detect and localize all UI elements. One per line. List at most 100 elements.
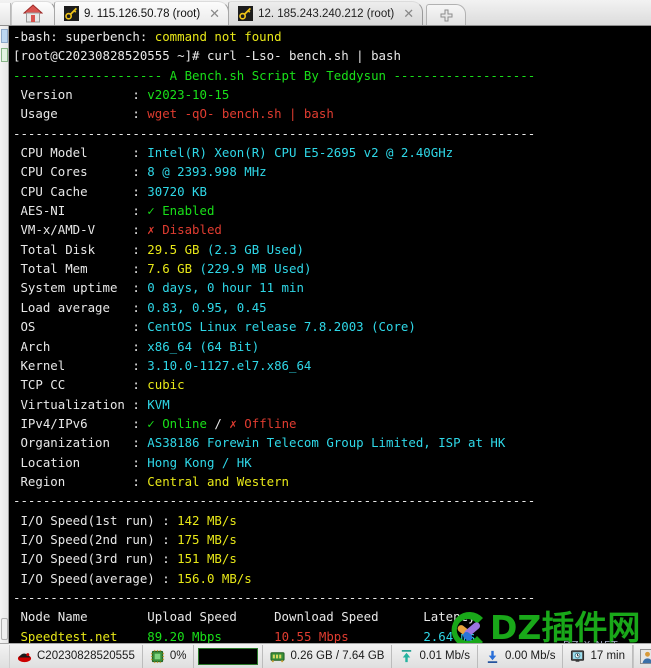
system-info-value: 0 days, 0 hour 11 min xyxy=(147,280,304,296)
system-info-value-3: ✗ Offline xyxy=(229,415,297,431)
download-arrow-icon xyxy=(487,650,498,663)
bash-error-message: command not found xyxy=(154,29,282,44)
system-info-row: CPU Cores : 8 @ 2393.998 MHz xyxy=(13,162,651,181)
new-tab-button[interactable] xyxy=(426,4,467,25)
system-info-value: KVM xyxy=(147,396,170,412)
system-info-value: ✓ Enabled xyxy=(147,203,215,219)
system-info-label: Region : xyxy=(13,473,148,489)
io-speed-value: 156.0 MB/s xyxy=(177,570,252,586)
info-row-label: Usage : xyxy=(13,106,148,122)
status-download-label: 0.00 Mb/s xyxy=(504,650,556,662)
system-info-value: 8 @ 2393.998 MHz xyxy=(147,164,267,180)
speedtest-latency: 2.64 ms xyxy=(423,628,476,643)
rail-button-2[interactable] xyxy=(1,48,8,62)
info-row-label: Version : xyxy=(13,87,148,103)
speedtest-download: 10.55 Mbps xyxy=(274,628,424,643)
io-speed-value: 151 MB/s xyxy=(177,551,237,567)
system-info-value: ✗ Disabled xyxy=(147,222,222,238)
status-cpu-label: 0% xyxy=(169,650,187,662)
tab-label: 12. 185.243.240.212 (root) xyxy=(258,7,395,20)
system-info-label: CPU Cache : xyxy=(13,183,148,199)
system-info-row: Region : Central and Western xyxy=(13,472,651,491)
io-speed-row: I/O Speed(1st run) : 142 MB/s xyxy=(13,511,651,530)
status-session-time-label: 17 min xyxy=(590,650,625,662)
io-speed-label: I/O Speed(3rd run) : xyxy=(13,551,178,567)
speedtest-row: Speedtest.net 89.20 Mbps 10.55 Mbps 2.64… xyxy=(13,627,651,643)
status-upload-label: 0.01 Mb/s xyxy=(419,650,470,662)
status-memory[interactable]: 0.26 GB / 7.64 GB xyxy=(263,644,393,668)
separator-2: ----------------------------------------… xyxy=(13,493,536,509)
version-usage-block: Version : v2023-10-15 Usage : wget -qO- … xyxy=(13,85,651,124)
status-session-time[interactable]: 17 min xyxy=(563,644,633,668)
system-info-row: Organization : AS38186 Forewin Telecom G… xyxy=(13,433,651,452)
status-upload[interactable]: 0.01 Mb/s xyxy=(392,644,478,668)
home-tab[interactable] xyxy=(11,1,55,25)
upload-arrow-icon xyxy=(402,649,412,662)
system-info-label: TCP CC : xyxy=(13,377,148,393)
status-hostname[interactable]: C20230828520555 xyxy=(9,644,143,668)
close-icon[interactable]: ✕ xyxy=(399,7,416,21)
terminal-window: 9. 115.126.50.78 (root) ✕ 12. 185.243.24… xyxy=(0,0,651,668)
system-info-value: 3.10.0-1127.el7.x86_64 xyxy=(147,357,312,373)
system-info-row: System uptime : 0 days, 0 hour 11 min xyxy=(13,278,651,297)
speedtest-node: Speedtest.net xyxy=(13,628,148,643)
tab-bar: 9. 115.126.50.78 (root) ✕ 12. 185.243.24… xyxy=(0,0,651,26)
system-info-row: VM-x/AMD-V : ✗ Disabled xyxy=(13,220,651,239)
info-row-value: v2023-10-15 xyxy=(147,87,230,103)
key-icon xyxy=(238,6,254,21)
system-info-value: 7.6 GB xyxy=(147,261,193,277)
terminal-output[interactable]: -bash: superbench: command not found [ro… xyxy=(10,26,651,643)
status-cpu[interactable]: 0% xyxy=(143,644,195,668)
left-rail xyxy=(0,26,9,643)
system-info-label: Kernel : xyxy=(13,357,148,373)
system-info-label: System uptime : xyxy=(13,280,148,296)
io-speed-label: I/O Speed(average) : xyxy=(13,570,178,586)
shell-command: curl -Lso- bench.sh | bash xyxy=(206,48,401,64)
system-info-value: cubic xyxy=(147,377,185,393)
terminal-prompt-line: [root@C20230828520555 ~]# curl -Lso- ben… xyxy=(13,46,651,65)
info-row: Version : v2023-10-15 xyxy=(13,85,651,104)
status-cpu-graph[interactable] xyxy=(194,644,264,668)
system-info-label: Total Disk : xyxy=(13,241,148,257)
redhat-icon xyxy=(17,652,32,662)
system-info-row: OS : CentOS Linux release 7.8.2003 (Core… xyxy=(13,317,651,336)
system-info-row: Virtualization : KVM xyxy=(13,395,651,414)
io-speed-value: 175 MB/s xyxy=(177,531,237,547)
system-info-value: AS38186 Forewin Telecom Group Limited, I… xyxy=(147,435,506,451)
system-info-value-2: (2.3 GB Used) xyxy=(199,241,304,257)
system-info-row: Location : Hong Kong / HK xyxy=(13,453,651,472)
system-info-label: Total Mem : xyxy=(13,261,148,277)
memory-icon xyxy=(270,651,286,662)
system-info-value: CentOS Linux release 7.8.2003 (Core) xyxy=(147,319,416,335)
rail-button-1[interactable] xyxy=(1,29,8,43)
monitor-clock-icon xyxy=(571,649,585,662)
info-row-value: wget -qO- bench.sh | bash xyxy=(147,106,334,122)
system-info-row: Load average : 0.83, 0.95, 0.45 xyxy=(13,298,651,317)
info-row: Usage : wget -qO- bench.sh | bash xyxy=(13,104,651,123)
tab-session-1[interactable]: 9. 115.126.50.78 (root) ✕ xyxy=(54,1,230,25)
io-speed-row: I/O Speed(3rd run) : 151 MB/s xyxy=(13,549,651,568)
system-info-value: ✓ Online xyxy=(147,415,207,431)
script-banner: -------------------- A Bench.sh Script B… xyxy=(13,67,536,83)
system-info-value: 30720 KB xyxy=(147,183,207,199)
system-info-row: AES-NI : ✓ Enabled xyxy=(13,201,651,220)
speedtest-header-row: Node Name Upload Speed Download Speed La… xyxy=(13,607,651,626)
system-info-label: OS : xyxy=(13,319,148,335)
tab-session-2[interactable]: 12. 185.243.240.212 (root) ✕ xyxy=(228,1,424,25)
system-info-value-2: (229.9 MB Used) xyxy=(192,261,312,277)
system-info-label: CPU Model : xyxy=(13,145,148,161)
key-icon xyxy=(64,6,79,21)
status-download[interactable]: 0.00 Mb/s xyxy=(478,644,564,668)
cpu-chip-icon xyxy=(150,649,164,663)
rail-button-bottom[interactable] xyxy=(1,618,8,640)
status-user[interactable] xyxy=(633,644,651,668)
status-hostname-label: C20230828520555 xyxy=(37,650,135,662)
separator-3: ----------------------------------------… xyxy=(13,589,536,605)
system-info-value: 29.5 GB xyxy=(147,241,200,257)
system-info-value: Hong Kong / HK xyxy=(147,454,252,470)
close-icon[interactable]: ✕ xyxy=(205,7,222,21)
tab-bar-left-stub xyxy=(0,3,11,25)
system-info-label: Location : xyxy=(13,454,148,470)
system-info-row: CPU Cache : 30720 KB xyxy=(13,182,651,201)
io-speed-label: I/O Speed(2nd run) : xyxy=(13,531,178,547)
